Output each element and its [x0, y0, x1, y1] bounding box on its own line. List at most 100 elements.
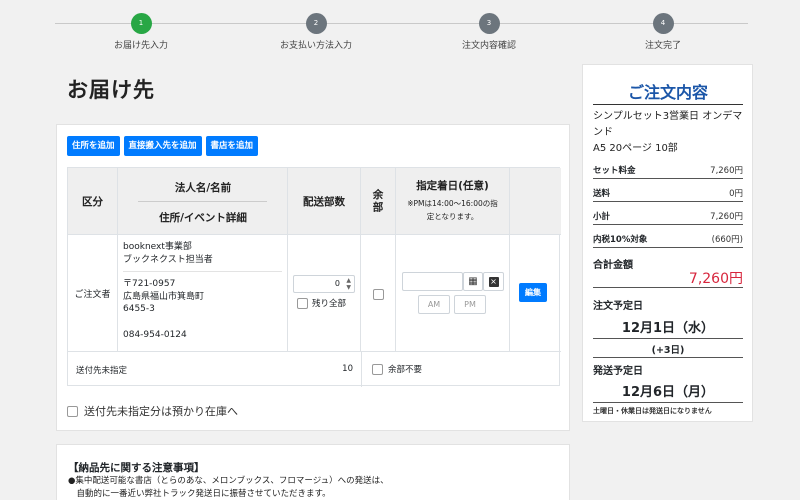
no-extra-label: 余部不要: [388, 365, 423, 375]
set-price-row: セット料金 7,260円: [593, 161, 743, 179]
row-person: ブックネクスト担当者: [123, 254, 213, 265]
step-1: 1 お届け先入力: [71, 13, 211, 51]
quantity-stepper-icon[interactable]: ▲ ▼: [346, 277, 351, 291]
step-4: 4 注文完了: [593, 13, 733, 51]
shipping-label: 送料: [593, 188, 611, 199]
row-category: ご注文者: [68, 235, 118, 352]
unassigned-stock-checkbox[interactable]: [67, 405, 78, 417]
header-date-note: ※PMは14:00〜16:00の指定となります。: [407, 199, 498, 221]
remaining-all-checkbox[interactable]: [297, 297, 308, 309]
header-quantity: 配送部数: [288, 168, 361, 235]
tax-value: (660円): [711, 234, 743, 245]
row-divider: [123, 271, 282, 272]
footer-unassigned-count: 10: [342, 364, 353, 374]
total-divider: [593, 287, 743, 288]
step-1-label: お届け先入力: [113, 41, 168, 51]
notice-text: ●集中配送可能な書店（とらのあな、メロンブックス、フロマージュ）への発送は、 自…: [68, 475, 389, 500]
step-2: 2 お支払い方法入力: [246, 13, 386, 51]
clear-date-icon[interactable]: ×: [483, 272, 504, 291]
am-button[interactable]: AM: [418, 295, 450, 314]
step-3-label: 注文内容確認: [461, 41, 516, 51]
step-4-label: 注文完了: [644, 41, 681, 51]
row-edit-cell: 編集: [510, 235, 561, 352]
no-extra-option[interactable]: 余部不要: [372, 363, 422, 375]
extra-checkbox[interactable]: [373, 289, 384, 300]
set-price-label: セット料金: [593, 165, 636, 176]
header-extra: 余部: [361, 168, 396, 235]
pm-button[interactable]: PM: [454, 295, 486, 314]
ship-note: 土曜日・休業日は発送日になりません: [593, 407, 712, 415]
row-extra-cell: [361, 235, 396, 352]
header-date: 指定着日(任意) ※PMは14:00〜16:00の指定となります。: [396, 168, 510, 235]
no-extra-checkbox[interactable]: [372, 363, 383, 375]
header-address: 住所/イベント詳細: [159, 212, 247, 224]
header-date-label: 指定着日(任意): [416, 180, 489, 192]
product-name: シンプルセット3営業日 オンデマンド: [593, 111, 743, 138]
step-3: 3 注文内容確認: [419, 13, 559, 51]
shipping-value: 0円: [729, 188, 743, 199]
progress-steps: 1 お届け先入力 2 お支払い方法入力 3 注文内容確認 4 注文完了: [0, 0, 800, 60]
remaining-all-option[interactable]: 残り全部: [297, 297, 346, 309]
ship-date-label: 発送予定日: [593, 366, 643, 377]
quantity-input[interactable]: 0 ▲ ▼: [293, 275, 355, 293]
row-address2: 6455-3: [123, 304, 155, 314]
set-price-value: 7,260円: [710, 165, 743, 176]
footer-unassigned: 送付先未指定 10: [68, 352, 361, 387]
footer-unassigned-label: 送付先未指定: [76, 366, 128, 376]
unassigned-stock-option[interactable]: 送付先未指定分は預かり在庫へ: [67, 403, 238, 419]
product-spec: A5 20ページ 10部: [593, 143, 678, 154]
total-value: 7,260円: [688, 271, 743, 287]
row-date-cell: ▦ × AM PM: [396, 235, 510, 352]
notice-line-2: 自動的に一番近い弊社トラック発送日に振替させていただきます。: [68, 489, 331, 499]
header-edit: [510, 168, 561, 235]
step-2-number: 2: [305, 13, 327, 34]
remaining-all-label: 残り全部: [312, 299, 347, 309]
summary-title: ご注文内容: [593, 79, 743, 105]
add-store-button[interactable]: 書店を追加: [205, 136, 259, 156]
tax-row: 内税10%対象 (660円): [593, 230, 743, 248]
step-3-number: 3: [478, 13, 500, 34]
order-date-divider: [593, 338, 743, 339]
row-company: booknext事業部: [123, 242, 192, 252]
step-1-number: 1: [130, 13, 152, 34]
tax-label: 内税10%対象: [593, 234, 648, 245]
order-summary: ご注文内容 シンプルセット3営業日 オンデマンド A5 20ページ 10部 セッ…: [582, 64, 753, 422]
step-2-label: お支払い方法入力: [279, 41, 352, 51]
ship-date-value: 12月6日（月）: [621, 385, 715, 400]
row-recipient: booknext事業部 ブックネクスト担当者 〒721-0957 広島県福山市箕…: [118, 235, 288, 352]
order-date-value: 12月1日（水）: [621, 321, 715, 336]
date-input[interactable]: [402, 272, 463, 291]
header-divider: [138, 201, 267, 202]
subtotal-label: 小計: [593, 211, 611, 222]
subtotal-row: 小計 7,260円: [593, 207, 743, 225]
footer-no-extra: 余部不要: [361, 352, 561, 387]
notice-heading: 【納品先に関する注意事項】: [68, 462, 205, 474]
row-postal: 〒721-0957: [123, 279, 176, 289]
quantity-value: 0: [334, 279, 340, 288]
calendar-icon[interactable]: ▦: [463, 272, 483, 291]
notice-card: 【納品先に関する注意事項】 ●集中配送可能な書店（とらのあな、メロンブックス、フ…: [56, 444, 570, 500]
row-phone: 084-954-0124: [123, 329, 187, 340]
shipping-row: 送料 0円: [593, 184, 743, 202]
header-name-address: 法人名/名前 住所/イベント詳細: [118, 168, 288, 235]
add-direct-delivery-button[interactable]: 直接搬入先を追加: [123, 136, 202, 156]
delivery-card: 住所を追加 直接搬入先を追加 書店を追加 区分 法人名/名前 住所/イベント詳細…: [56, 124, 570, 431]
plus-days-divider: [593, 357, 743, 358]
add-address-button[interactable]: 住所を追加: [67, 136, 120, 156]
header-category: 区分: [68, 168, 118, 235]
header-name: 法人名/名前: [174, 182, 232, 194]
row-address1: 広島県福山市箕島町: [123, 291, 205, 302]
subtotal-value: 7,260円: [710, 211, 743, 222]
plus-days: (+3日): [651, 345, 685, 356]
notice-line-1: ●集中配送可能な書店（とらのあな、メロンブックス、フロマージュ）への発送は、: [68, 476, 389, 486]
unassigned-stock-label: 送付先未指定分は預かり在庫へ: [84, 405, 238, 418]
ship-date-divider: [593, 402, 743, 403]
summary-product: シンプルセット3営業日 オンデマンド A5 20ページ 10部: [593, 109, 743, 157]
add-buttons: 住所を追加 直接搬入先を追加 書店を追加: [67, 136, 259, 156]
delivery-table: 区分 法人名/名前 住所/イベント詳細 配送部数 余部 指定着日(任意) ※PM…: [67, 167, 561, 387]
order-date-label: 注文予定日: [593, 301, 643, 312]
step-4-number: 4: [652, 13, 674, 34]
edit-button[interactable]: 編集: [519, 283, 547, 302]
row-quantity-cell: 0 ▲ ▼ 残り全部: [288, 235, 361, 352]
page-title: お届け先: [67, 78, 155, 102]
